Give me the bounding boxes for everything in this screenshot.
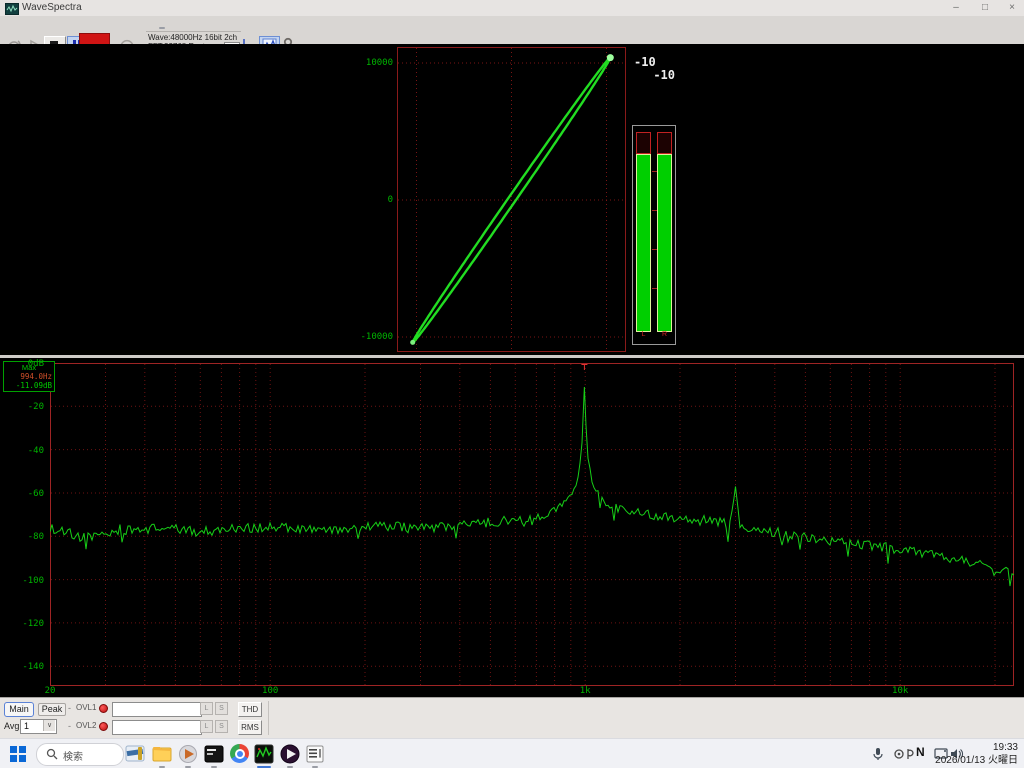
spectrum-y-label: -60 [0, 489, 44, 499]
right-channel-label: R [657, 331, 672, 338]
thd-button[interactable]: THD [238, 702, 262, 717]
ovl2-lamp [99, 722, 108, 731]
right-level-readout: -10 [653, 68, 675, 82]
taskbar-icon-video-app[interactable] [124, 743, 146, 765]
search-icon [46, 748, 58, 760]
divider [146, 31, 241, 32]
meter-tick [652, 171, 657, 172]
window-title: WaveSpectra [22, 2, 82, 13]
close-button[interactable]: × [1002, 1, 1022, 14]
taskbar-icon-media-player[interactable] [177, 743, 199, 765]
spectrum-y-label: -100 [0, 576, 44, 586]
tray-n-icon[interactable]: N [916, 745, 925, 759]
right-meter-fill [657, 154, 672, 332]
left-meter-headroom [636, 132, 651, 154]
dash-separator: - [68, 721, 71, 731]
avg-select[interactable]: 1 ∨ [20, 719, 57, 734]
taskbar-icon-player-classic[interactable] [279, 743, 301, 765]
spectrum-y-label: -20 [0, 402, 44, 412]
clock[interactable]: 19:33 2026/01/13 火曜日 [935, 741, 1018, 767]
tray-icon[interactable] [893, 747, 905, 766]
lissajous-scale-max: 10000 [349, 58, 393, 68]
lissajous-scale-zero: 0 [349, 195, 393, 205]
main-tab-button[interactable]: Main [4, 702, 34, 717]
taskbar: 検索 [0, 738, 1024, 768]
spectrum-display [50, 363, 1014, 686]
desktop: WaveSpectra – □ × Wave:48000Hz 16bit 2ch… [0, 0, 1024, 768]
spectrum-x-label: 10k [892, 686, 908, 696]
dash-separator: - [68, 703, 71, 713]
level-meter-panel: -10 -10 L R [632, 55, 676, 345]
spectrum-y-label: -40 [0, 446, 44, 456]
toolbar: Wave:48000Hz 16bit 2ch FFT:32768 Rect. f… [0, 16, 1024, 45]
l2-button[interactable]: L [200, 720, 213, 733]
spectrum-y-label: -120 [0, 619, 44, 629]
spectrum-x-label: 100 [262, 686, 278, 696]
right-meter-headroom [657, 132, 672, 154]
right-meter-bar [657, 132, 672, 332]
taskbar-icon-file-explorer[interactable] [151, 743, 173, 765]
wave-format-readout: Wave:48000Hz 16bit 2ch [148, 33, 237, 42]
scope-panel: 10000 0 -10000 -10 -10 L R [0, 44, 1024, 355]
spectrum-y-label: -80 [0, 532, 44, 542]
ovl2-label: OVL2 [76, 721, 96, 730]
left-level-readout: -10 [634, 55, 656, 69]
ovl1-input[interactable] [112, 702, 202, 717]
meter-tick [652, 210, 657, 211]
lissajous-scale-min: -10000 [349, 332, 393, 342]
taskbar-icon-wavespectra[interactable] [253, 743, 275, 765]
search-input[interactable]: 検索 [36, 743, 124, 766]
start-button[interactable] [9, 745, 31, 767]
left-channel-label: L [636, 331, 651, 338]
spectrum-y-label: -140 [0, 662, 44, 672]
spectrum-x-label: 1k [580, 686, 591, 696]
tray-icon[interactable] [905, 747, 915, 766]
taskbar-icon-chrome[interactable] [229, 743, 251, 765]
clock-time: 19:33 [935, 741, 1018, 754]
l1-button[interactable]: L [200, 702, 213, 715]
microphone-icon[interactable] [872, 747, 884, 766]
taskbar-icon-terminal[interactable] [203, 743, 225, 765]
left-meter-fill [636, 154, 651, 332]
ovl1-label: OVL1 [76, 703, 96, 712]
ovl2-input[interactable] [112, 720, 202, 735]
legend-peak-level: -11.09dB [6, 381, 52, 390]
legend-peak-frequency: 994.0Hz [6, 372, 52, 381]
avg-value: 1 [24, 721, 29, 731]
taskbar-icon-reader[interactable] [304, 743, 326, 765]
rms-button[interactable]: RMS [238, 720, 262, 735]
s2-button[interactable]: S [215, 720, 228, 733]
meter-bars-box: L R [632, 125, 676, 345]
meter-tick [652, 288, 657, 289]
left-meter-bar [636, 132, 651, 332]
meter-tick [652, 249, 657, 250]
spectrum-panel: Max 994.0Hz -11.09dB 0dB-20-40-60-80-100… [0, 358, 1024, 697]
lissajous-display [397, 47, 626, 352]
maximize-button[interactable]: □ [975, 1, 995, 14]
minimize-button[interactable]: – [946, 1, 966, 14]
search-placeholder: 検索 [63, 748, 83, 763]
s1-button[interactable]: S [215, 702, 228, 715]
divider [268, 701, 269, 735]
app-icon [5, 3, 19, 15]
title-bar: WaveSpectra – □ × [0, 0, 1024, 17]
chevron-down-icon: ∨ [43, 720, 55, 731]
ovl1-lamp [99, 704, 108, 713]
peak-button[interactable]: Peak [38, 703, 66, 716]
spectrum-y-label: 0dB [0, 359, 44, 369]
spectrum-x-label: 20 [45, 686, 56, 696]
control-bar: Main Peak - OVL1 L S THD Avg: 1 ∨ - OVL2… [0, 697, 1024, 739]
clock-date: 2026/01/13 火曜日 [935, 754, 1018, 767]
